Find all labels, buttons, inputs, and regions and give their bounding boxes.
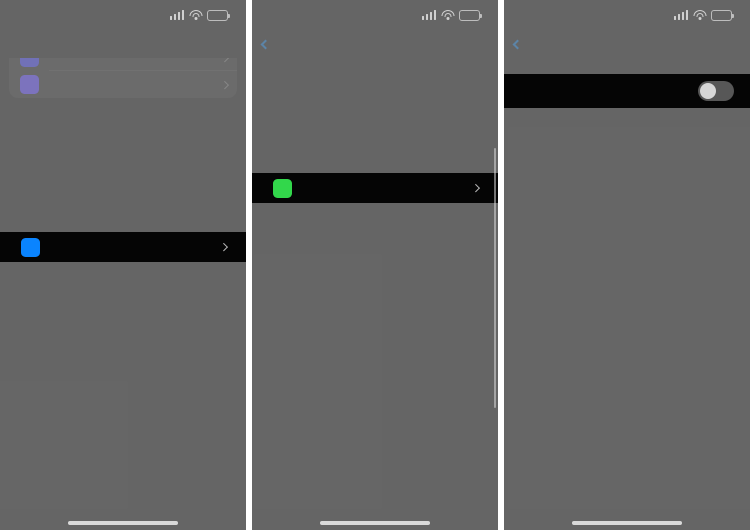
nav-bar-accessibility xyxy=(252,30,498,58)
panel-accessibility xyxy=(252,0,498,530)
battery-icon xyxy=(711,9,734,21)
cellular-bars-icon xyxy=(421,10,436,20)
accessibility-scroll-area[interactable] xyxy=(252,58,498,530)
chevron-left-icon xyxy=(260,39,271,49)
panel-settings xyxy=(0,0,246,530)
chevron-right-icon xyxy=(220,58,229,62)
motion-icon xyxy=(273,178,292,198)
screen-time-icon xyxy=(20,75,39,94)
status-indicators xyxy=(169,9,230,21)
list-item[interactable] xyxy=(9,71,237,98)
cellular-bars-icon xyxy=(169,10,184,20)
motion-scroll-area[interactable] xyxy=(504,58,750,530)
wifi-icon xyxy=(693,10,706,20)
status-bar xyxy=(504,0,750,30)
status-indicators xyxy=(673,9,734,21)
panel-motion xyxy=(504,0,750,530)
battery-icon xyxy=(459,9,482,21)
chevron-left-icon xyxy=(512,39,523,49)
highlighted-row-reduce-motion[interactable] xyxy=(504,74,750,108)
motion-toggle-list xyxy=(504,58,750,72)
cellular-bars-icon xyxy=(673,10,688,20)
list-item[interactable] xyxy=(9,58,237,71)
home-indicator xyxy=(572,521,682,525)
home-indicator xyxy=(68,521,178,525)
status-indicators xyxy=(421,9,482,21)
status-bar xyxy=(252,0,498,30)
back-button-settings[interactable] xyxy=(260,39,273,49)
section-header-physical xyxy=(252,91,498,96)
chevron-right-icon xyxy=(220,80,229,89)
settings-group-partial xyxy=(9,58,237,98)
battery-icon xyxy=(207,9,230,21)
chevron-right-icon xyxy=(471,184,480,192)
vertical-scrollbar[interactable] xyxy=(493,148,496,408)
accessibility-icon xyxy=(21,237,40,257)
three-panel-screenshot xyxy=(0,0,750,530)
status-bar xyxy=(0,0,246,30)
toggle-knob xyxy=(700,83,716,99)
highlighted-row-motion[interactable] xyxy=(252,173,498,203)
highlighted-row-accessibility[interactable] xyxy=(0,232,246,262)
focus-icon xyxy=(20,58,39,67)
nav-bar-settings xyxy=(0,30,246,58)
reduce-motion-toggle[interactable] xyxy=(698,81,734,101)
home-indicator xyxy=(320,521,430,525)
wifi-icon xyxy=(189,10,202,20)
wifi-icon xyxy=(441,10,454,20)
chevron-right-icon xyxy=(219,243,228,251)
section-header-vision xyxy=(252,58,498,73)
settings-scroll-area[interactable] xyxy=(0,58,246,530)
back-button-accessibility[interactable] xyxy=(512,39,525,49)
nav-bar-motion xyxy=(504,30,750,58)
